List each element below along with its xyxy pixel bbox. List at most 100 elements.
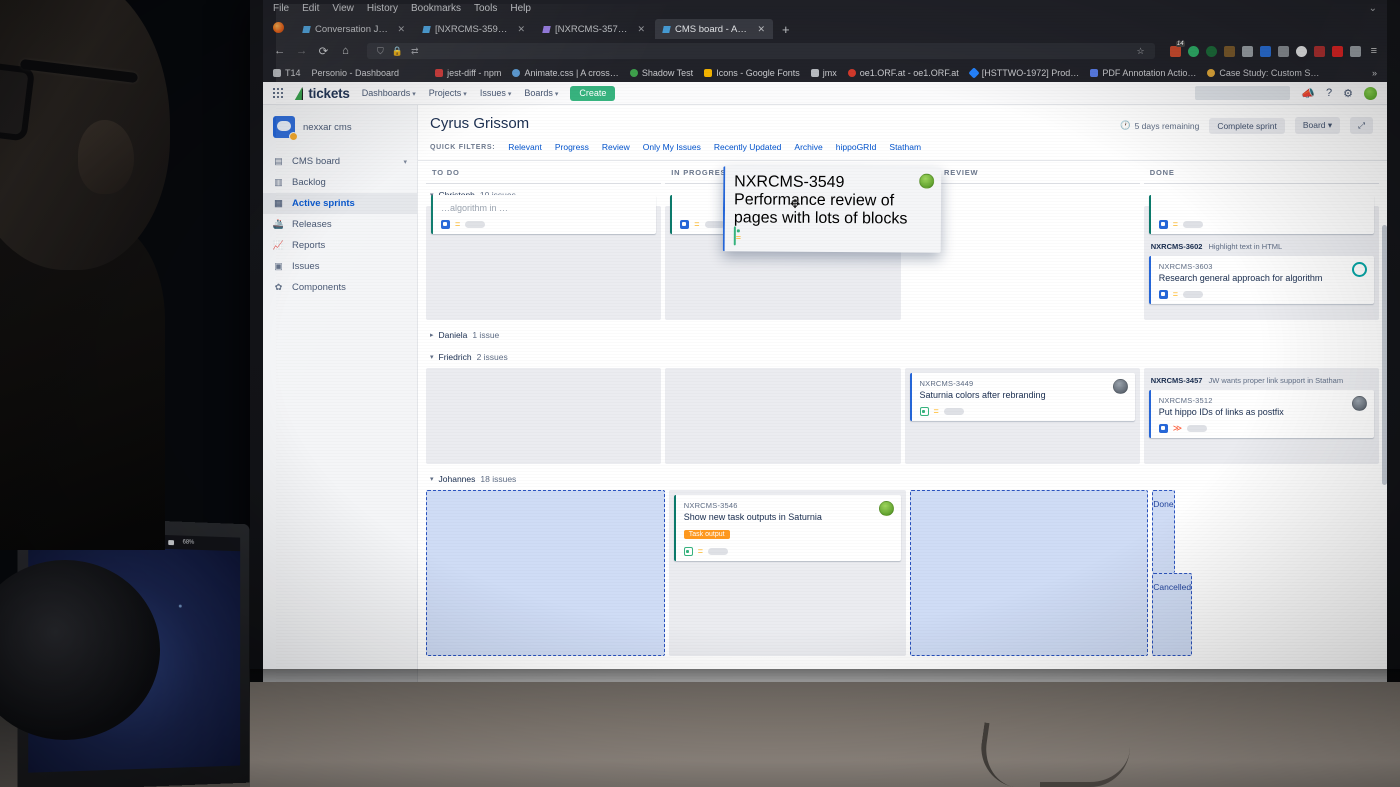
sidebar-item-backlog[interactable]: ▥ Backlog (263, 172, 417, 193)
board-card[interactable]: = (1148, 195, 1374, 234)
extension-icon-6[interactable] (1259, 45, 1271, 57)
complete-sprint-button[interactable]: Complete sprint (1209, 117, 1285, 134)
window-chevron-icon[interactable]: ⌄ (1369, 3, 1377, 14)
back-icon[interactable]: ← (273, 45, 286, 57)
avatar[interactable] (878, 501, 894, 516)
dragging-card[interactable]: NXRCMS-3549 Performance review of pages … (722, 166, 942, 253)
board-card[interactable]: NXRCMS-3512 Put hippo IDs of links as po… (1148, 390, 1374, 439)
menu-edit[interactable]: Edit (302, 3, 319, 14)
bookmark-item[interactable]: T14 (273, 68, 301, 78)
sync-icon[interactable]: ⇄ (411, 46, 419, 57)
quick-filter-review[interactable]: Review (602, 142, 630, 152)
menu-history[interactable]: History (367, 3, 398, 14)
search-input[interactable] (1195, 86, 1291, 100)
extension-icon-11[interactable] (1349, 45, 1361, 57)
help-icon[interactable]: ? (1326, 87, 1332, 99)
board-card[interactable]: NXRCMS-3546 Show new task outputs in Sat… (673, 495, 901, 562)
create-button[interactable]: Create (570, 85, 616, 101)
cell-friedrich-in-progress[interactable] (665, 368, 901, 464)
jira-logo[interactable]: tickets (295, 86, 350, 101)
bookmark-item[interactable]: Animate.css | A cross… (512, 68, 619, 78)
tab-close-icon[interactable]: ✕ (757, 24, 765, 35)
extension-icon-9[interactable] (1313, 45, 1325, 57)
board-scrollbar[interactable] (1382, 225, 1387, 485)
menu-help[interactable]: Help (510, 3, 531, 14)
browser-menu-icon[interactable]: ≡ (1371, 45, 1377, 57)
bookmark-item[interactable]: Icons - Google Fonts (704, 68, 800, 78)
extension-icon-3[interactable] (1205, 45, 1217, 57)
twisty-icon[interactable]: ▸ (430, 331, 434, 339)
quick-filter-progress[interactable]: Progress (555, 142, 589, 152)
nav-projects[interactable]: Projects ▾ (429, 88, 467, 98)
tab-close-icon[interactable]: ✕ (517, 24, 525, 35)
browser-tab-3[interactable]: [NXRCMS-3577] Update ✕ (535, 19, 653, 39)
cell-friedrich-under-review[interactable]: NXRCMS-3449 Saturnia colors after rebran… (904, 368, 1140, 464)
board-card[interactable]: NXRCMS-3449 Saturnia colors after rebran… (909, 373, 1135, 422)
nav-dashboards[interactable]: Dashboards ▾ (362, 88, 416, 98)
menu-view[interactable]: View (332, 3, 354, 14)
cell-christoph-done[interactable]: = NXRCMS-3602 Highlight text in HTML NXR… (1143, 195, 1379, 320)
avatar[interactable] (1112, 379, 1128, 394)
twisty-icon[interactable]: ▾ (430, 475, 434, 483)
app-switcher-icon[interactable] (273, 87, 284, 99)
bookmark-item[interactable]: jmx (810, 68, 837, 78)
bookmark-item[interactable]: [HSTTWO-1972] Prod… (968, 66, 1079, 79)
home-icon[interactable]: ⌂ (339, 45, 352, 57)
fullscreen-icon[interactable]: ⤢ (1350, 117, 1373, 134)
browser-tab-1[interactable]: Conversation JD - Back… ✕ (295, 19, 413, 39)
firefox-logo-icon[interactable] (271, 20, 287, 36)
epic-header[interactable]: NXRCMS-3457 JW wants proper link support… (1149, 373, 1374, 390)
bookmark-item[interactable]: jest-diff - npm (435, 68, 501, 78)
chevron-down-icon[interactable]: ▾ (403, 158, 407, 166)
quick-filter-statham[interactable]: Statham (889, 142, 921, 152)
swimlane-header-friedrich[interactable]: ▾ Friedrich 2 issues (418, 346, 1387, 368)
board-card[interactable]: …algorithm in … = (431, 195, 657, 235)
extension-icon-2[interactable] (1187, 45, 1199, 57)
cell-johannes-in-progress[interactable]: NXRCMS-3546 Show new task outputs in Sat… (668, 490, 906, 656)
board-card[interactable]: NXRCMS-3603 Research general approach fo… (1148, 256, 1374, 305)
sidebar-item-components[interactable]: ✿ Components (263, 277, 417, 298)
avatar[interactable] (919, 173, 935, 189)
bookmark-item[interactable]: Case Study: Custom S… (1207, 68, 1319, 78)
lock-icon[interactable]: 🔒 (392, 46, 403, 57)
quick-filter-hippogrid[interactable]: hippoGRId (836, 142, 877, 152)
browser-tab-2[interactable]: [NXRCMS-3599] KiTaCo ✕ (415, 19, 533, 39)
reload-icon[interactable]: ⟳ (317, 44, 330, 58)
quick-filter-recently-updated[interactable]: Recently Updated (714, 142, 782, 152)
extension-icon-8[interactable] (1295, 45, 1307, 57)
dropzone-todo[interactable] (426, 490, 665, 656)
user-avatar[interactable] (1364, 86, 1377, 100)
extension-icon-5[interactable] (1241, 45, 1253, 57)
sidebar-item-active-sprints[interactable]: ▦ Active sprints (263, 193, 417, 214)
extension-icon-7[interactable] (1277, 45, 1289, 57)
twisty-icon[interactable]: ▾ (430, 353, 434, 361)
dropzone-under-review[interactable] (909, 490, 1149, 656)
nav-boards[interactable]: Boards ▾ (524, 88, 558, 98)
bookmark-item[interactable]: Shadow Test (629, 68, 693, 78)
cell-christoph-todo[interactable]: …algorithm in … = (426, 195, 662, 320)
bookmark-item[interactable]: oe1.ORF.at - oe1.ORF.at (847, 68, 959, 78)
project-header[interactable]: nexxar cms (263, 105, 417, 151)
avatar[interactable] (1352, 262, 1367, 277)
sidebar-item-releases[interactable]: 🚢 Releases (263, 214, 417, 235)
tab-close-icon[interactable]: ✕ (637, 24, 645, 35)
swimlane-header-daniela[interactable]: ▸ Daniela 1 issue (418, 324, 1387, 346)
bookmark-item[interactable]: Personio - Dashboard (312, 68, 400, 78)
epic-header[interactable]: NXRCMS-3602 Highlight text in HTML (1149, 239, 1374, 256)
settings-icon[interactable]: ⚙ (1343, 87, 1353, 100)
shield-icon[interactable]: ⛉ (377, 46, 384, 57)
board-menu-button[interactable]: Board ▾ (1294, 117, 1341, 134)
quick-filter-archive[interactable]: Archive (794, 142, 822, 152)
new-tab-button[interactable]: + (775, 22, 797, 39)
megaphone-icon[interactable]: 📣 (1301, 87, 1315, 100)
extension-icon-4[interactable] (1223, 45, 1235, 57)
sidebar-item-cms-board[interactable]: ▤ CMS board ▾ (263, 151, 417, 172)
sidebar-item-reports[interactable]: 📈 Reports (263, 235, 417, 256)
menu-file[interactable]: File (273, 3, 289, 14)
tab-close-icon[interactable]: ✕ (397, 24, 405, 35)
bookmark-item[interactable]: PDF Annotation Actio… (1090, 68, 1196, 78)
quick-filter-relevant[interactable]: Relevant (508, 142, 542, 152)
dropzone-done[interactable]: Done (1152, 490, 1175, 573)
address-bar[interactable]: ⛉ 🔒 ⇄ ☆ (367, 43, 1155, 59)
browser-tab-4-active[interactable]: CMS board - Agile Board ✕ (655, 19, 773, 39)
